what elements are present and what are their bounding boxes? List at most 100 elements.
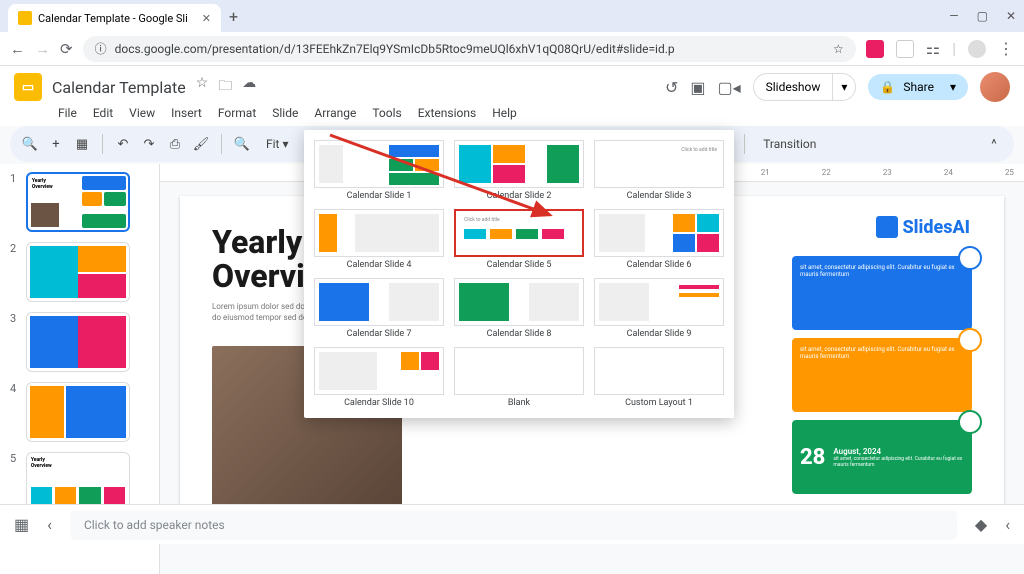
close-tab-icon[interactable]: ✕ bbox=[202, 12, 211, 25]
slideshow-button[interactable]: Slideshow ▾ bbox=[753, 73, 857, 101]
chevron-left-icon[interactable]: ‹ bbox=[1005, 515, 1010, 534]
menu-slide[interactable]: Slide bbox=[272, 106, 298, 120]
site-info-icon[interactable]: ⓘ bbox=[95, 40, 107, 57]
thumb-number: 1 bbox=[10, 172, 20, 185]
menu-arrange[interactable]: Arrange bbox=[314, 106, 356, 120]
slideshow-dropdown[interactable]: ▾ bbox=[832, 74, 855, 100]
paint-format-icon[interactable]: 🖌 bbox=[191, 137, 211, 152]
layout-option[interactable]: Calendar Slide 6 bbox=[594, 209, 724, 270]
maximize-icon[interactable]: ▢ bbox=[977, 9, 988, 23]
menu-edit[interactable]: Edit bbox=[93, 106, 113, 120]
bottom-bar: ▦ ‹ Click to add speaker notes ◆ ‹ bbox=[0, 504, 1024, 544]
reload-icon[interactable]: ⟳ bbox=[60, 40, 73, 58]
cloud-status-icon[interactable]: ☁ bbox=[242, 75, 256, 99]
menu-tools[interactable]: Tools bbox=[372, 106, 401, 120]
comments-icon[interactable]: ▣ bbox=[690, 78, 705, 97]
explore-icon[interactable]: ◆ bbox=[975, 515, 987, 534]
menu-extensions[interactable]: Extensions bbox=[418, 106, 476, 120]
collapse-toolbar-icon[interactable]: ^ bbox=[984, 137, 1004, 152]
extension-icon[interactable] bbox=[866, 40, 884, 58]
minimize-icon[interactable]: — bbox=[949, 9, 958, 23]
layout-label: Calendar Slide 6 bbox=[594, 260, 724, 270]
menu-file[interactable]: File bbox=[58, 106, 77, 120]
thumb-number: 3 bbox=[10, 312, 20, 325]
share-label: Share bbox=[903, 80, 934, 94]
forward-icon: → bbox=[35, 40, 50, 58]
browser-tab[interactable]: Calendar Template - Google Sli ✕ bbox=[8, 4, 221, 32]
undo-icon[interactable]: ↶ bbox=[113, 137, 133, 152]
layout-label: Calendar Slide 1 bbox=[314, 191, 444, 201]
share-dropdown[interactable]: ▾ bbox=[942, 74, 964, 100]
zoom-select[interactable]: Fit ▾ bbox=[258, 133, 296, 155]
slide-thumbnail[interactable] bbox=[26, 312, 130, 372]
extension-icon[interactable] bbox=[896, 40, 914, 58]
speaker-notes[interactable]: Click to add speaker notes bbox=[70, 510, 957, 540]
app-header: ▭ Calendar Template ☆ 🗀 ☁ ↺ ▣ ▢◂ Slidesh… bbox=[0, 66, 1024, 126]
new-slide-layout-icon[interactable]: ▦ bbox=[72, 137, 92, 152]
layout-label: Calendar Slide 7 bbox=[314, 329, 444, 339]
browser-menu-icon[interactable]: ⋮ bbox=[998, 39, 1014, 58]
new-slide-icon[interactable]: + bbox=[46, 137, 66, 152]
profile-icon[interactable] bbox=[968, 40, 986, 58]
menu-view[interactable]: View bbox=[129, 106, 155, 120]
layout-label: Calendar Slide 9 bbox=[594, 329, 724, 339]
document-title[interactable]: Calendar Template bbox=[52, 78, 186, 97]
transition-button[interactable]: Transition bbox=[755, 133, 824, 155]
print-icon[interactable]: ⎙ bbox=[165, 137, 185, 152]
layout-option[interactable]: Blank bbox=[454, 347, 584, 408]
slide-thumbnail[interactable]: YearlyOverview bbox=[26, 452, 130, 512]
star-icon[interactable]: ☆ bbox=[196, 75, 209, 99]
calendar-card[interactable]: sit amet, consectetur adipiscing elit. C… bbox=[792, 338, 972, 412]
slides-logo[interactable]: ▭ bbox=[14, 73, 42, 101]
search-icon[interactable]: 🔍 bbox=[20, 137, 40, 152]
layout-popup: Calendar Slide 1 Calendar Slide 2 Click to… bbox=[304, 130, 734, 418]
grid-view-icon[interactable]: ▦ bbox=[14, 515, 29, 534]
thumb-number: 5 bbox=[10, 452, 20, 465]
slide-thumbnail[interactable]: YearlyOverview bbox=[26, 172, 130, 232]
account-avatar[interactable] bbox=[980, 72, 1010, 102]
layout-label: Custom Layout 1 bbox=[594, 398, 724, 408]
window-controls: — ▢ ✕ bbox=[949, 9, 1016, 23]
layout-option[interactable]: Calendar Slide 10 bbox=[314, 347, 444, 408]
menu-bar: File Edit View Insert Format Slide Arran… bbox=[14, 102, 1010, 126]
history-icon[interactable]: ↺ bbox=[665, 78, 678, 97]
layout-option[interactable]: Calendar Slide 1 bbox=[314, 140, 444, 201]
meet-icon[interactable]: ▢◂ bbox=[717, 78, 740, 97]
new-tab-button[interactable]: + bbox=[229, 7, 238, 26]
collapse-filmstrip-icon[interactable]: ‹ bbox=[47, 515, 52, 534]
layout-option[interactable]: Click to add titleCalendar Slide 5 bbox=[454, 209, 584, 270]
layout-option[interactable]: Calendar Slide 7 bbox=[314, 278, 444, 339]
layout-option[interactable]: Click to add titleCalendar Slide 3 bbox=[594, 140, 724, 201]
layout-option[interactable]: Calendar Slide 9 bbox=[594, 278, 724, 339]
url-input[interactable]: ⓘ docs.google.com/presentation/d/13FEEhk… bbox=[83, 36, 856, 62]
layout-label: Calendar Slide 3 bbox=[594, 191, 724, 201]
lock-icon: 🔒 bbox=[880, 80, 895, 94]
calendar-card[interactable]: sit amet, consectetur adipiscing elit. C… bbox=[792, 256, 972, 330]
slideshow-label: Slideshow bbox=[754, 74, 833, 100]
layout-label: Calendar Slide 2 bbox=[454, 191, 584, 201]
redo-icon[interactable]: ↷ bbox=[139, 137, 159, 152]
calendar-card[interactable]: 28 August, 2024 sit amet, consectetur ad… bbox=[792, 420, 972, 494]
browser-tab-strip: Calendar Template - Google Sli ✕ + — ▢ ✕ bbox=[0, 0, 1024, 32]
layout-option[interactable]: Calendar Slide 8 bbox=[454, 278, 584, 339]
extensions-menu-icon[interactable]: ⚏ bbox=[926, 39, 940, 58]
layout-option[interactable]: Custom Layout 1 bbox=[594, 347, 724, 408]
move-icon[interactable]: 🗀 bbox=[218, 75, 232, 99]
zoom-icon[interactable]: 🔍 bbox=[232, 137, 252, 152]
share-button[interactable]: 🔒 Share ▾ bbox=[868, 74, 968, 100]
back-icon[interactable]: ← bbox=[10, 40, 25, 58]
close-window-icon[interactable]: ✕ bbox=[1006, 9, 1016, 23]
layout-option[interactable]: Calendar Slide 2 bbox=[454, 140, 584, 201]
menu-help[interactable]: Help bbox=[492, 106, 517, 120]
layout-label: Calendar Slide 5 bbox=[454, 260, 584, 270]
slide-thumbnail[interactable] bbox=[26, 242, 130, 302]
url-text: docs.google.com/presentation/d/13FEEhkZn… bbox=[115, 42, 675, 56]
layout-option[interactable]: Calendar Slide 4 bbox=[314, 209, 444, 270]
menu-format[interactable]: Format bbox=[218, 106, 256, 120]
menu-insert[interactable]: Insert bbox=[171, 106, 202, 120]
slides-favicon bbox=[18, 11, 32, 25]
brand-badge: SlidesAI bbox=[876, 216, 970, 238]
slide-thumbnail[interactable] bbox=[26, 382, 130, 442]
bookmark-icon[interactable]: ☆ bbox=[833, 42, 844, 56]
thumb-number: 4 bbox=[10, 382, 20, 395]
